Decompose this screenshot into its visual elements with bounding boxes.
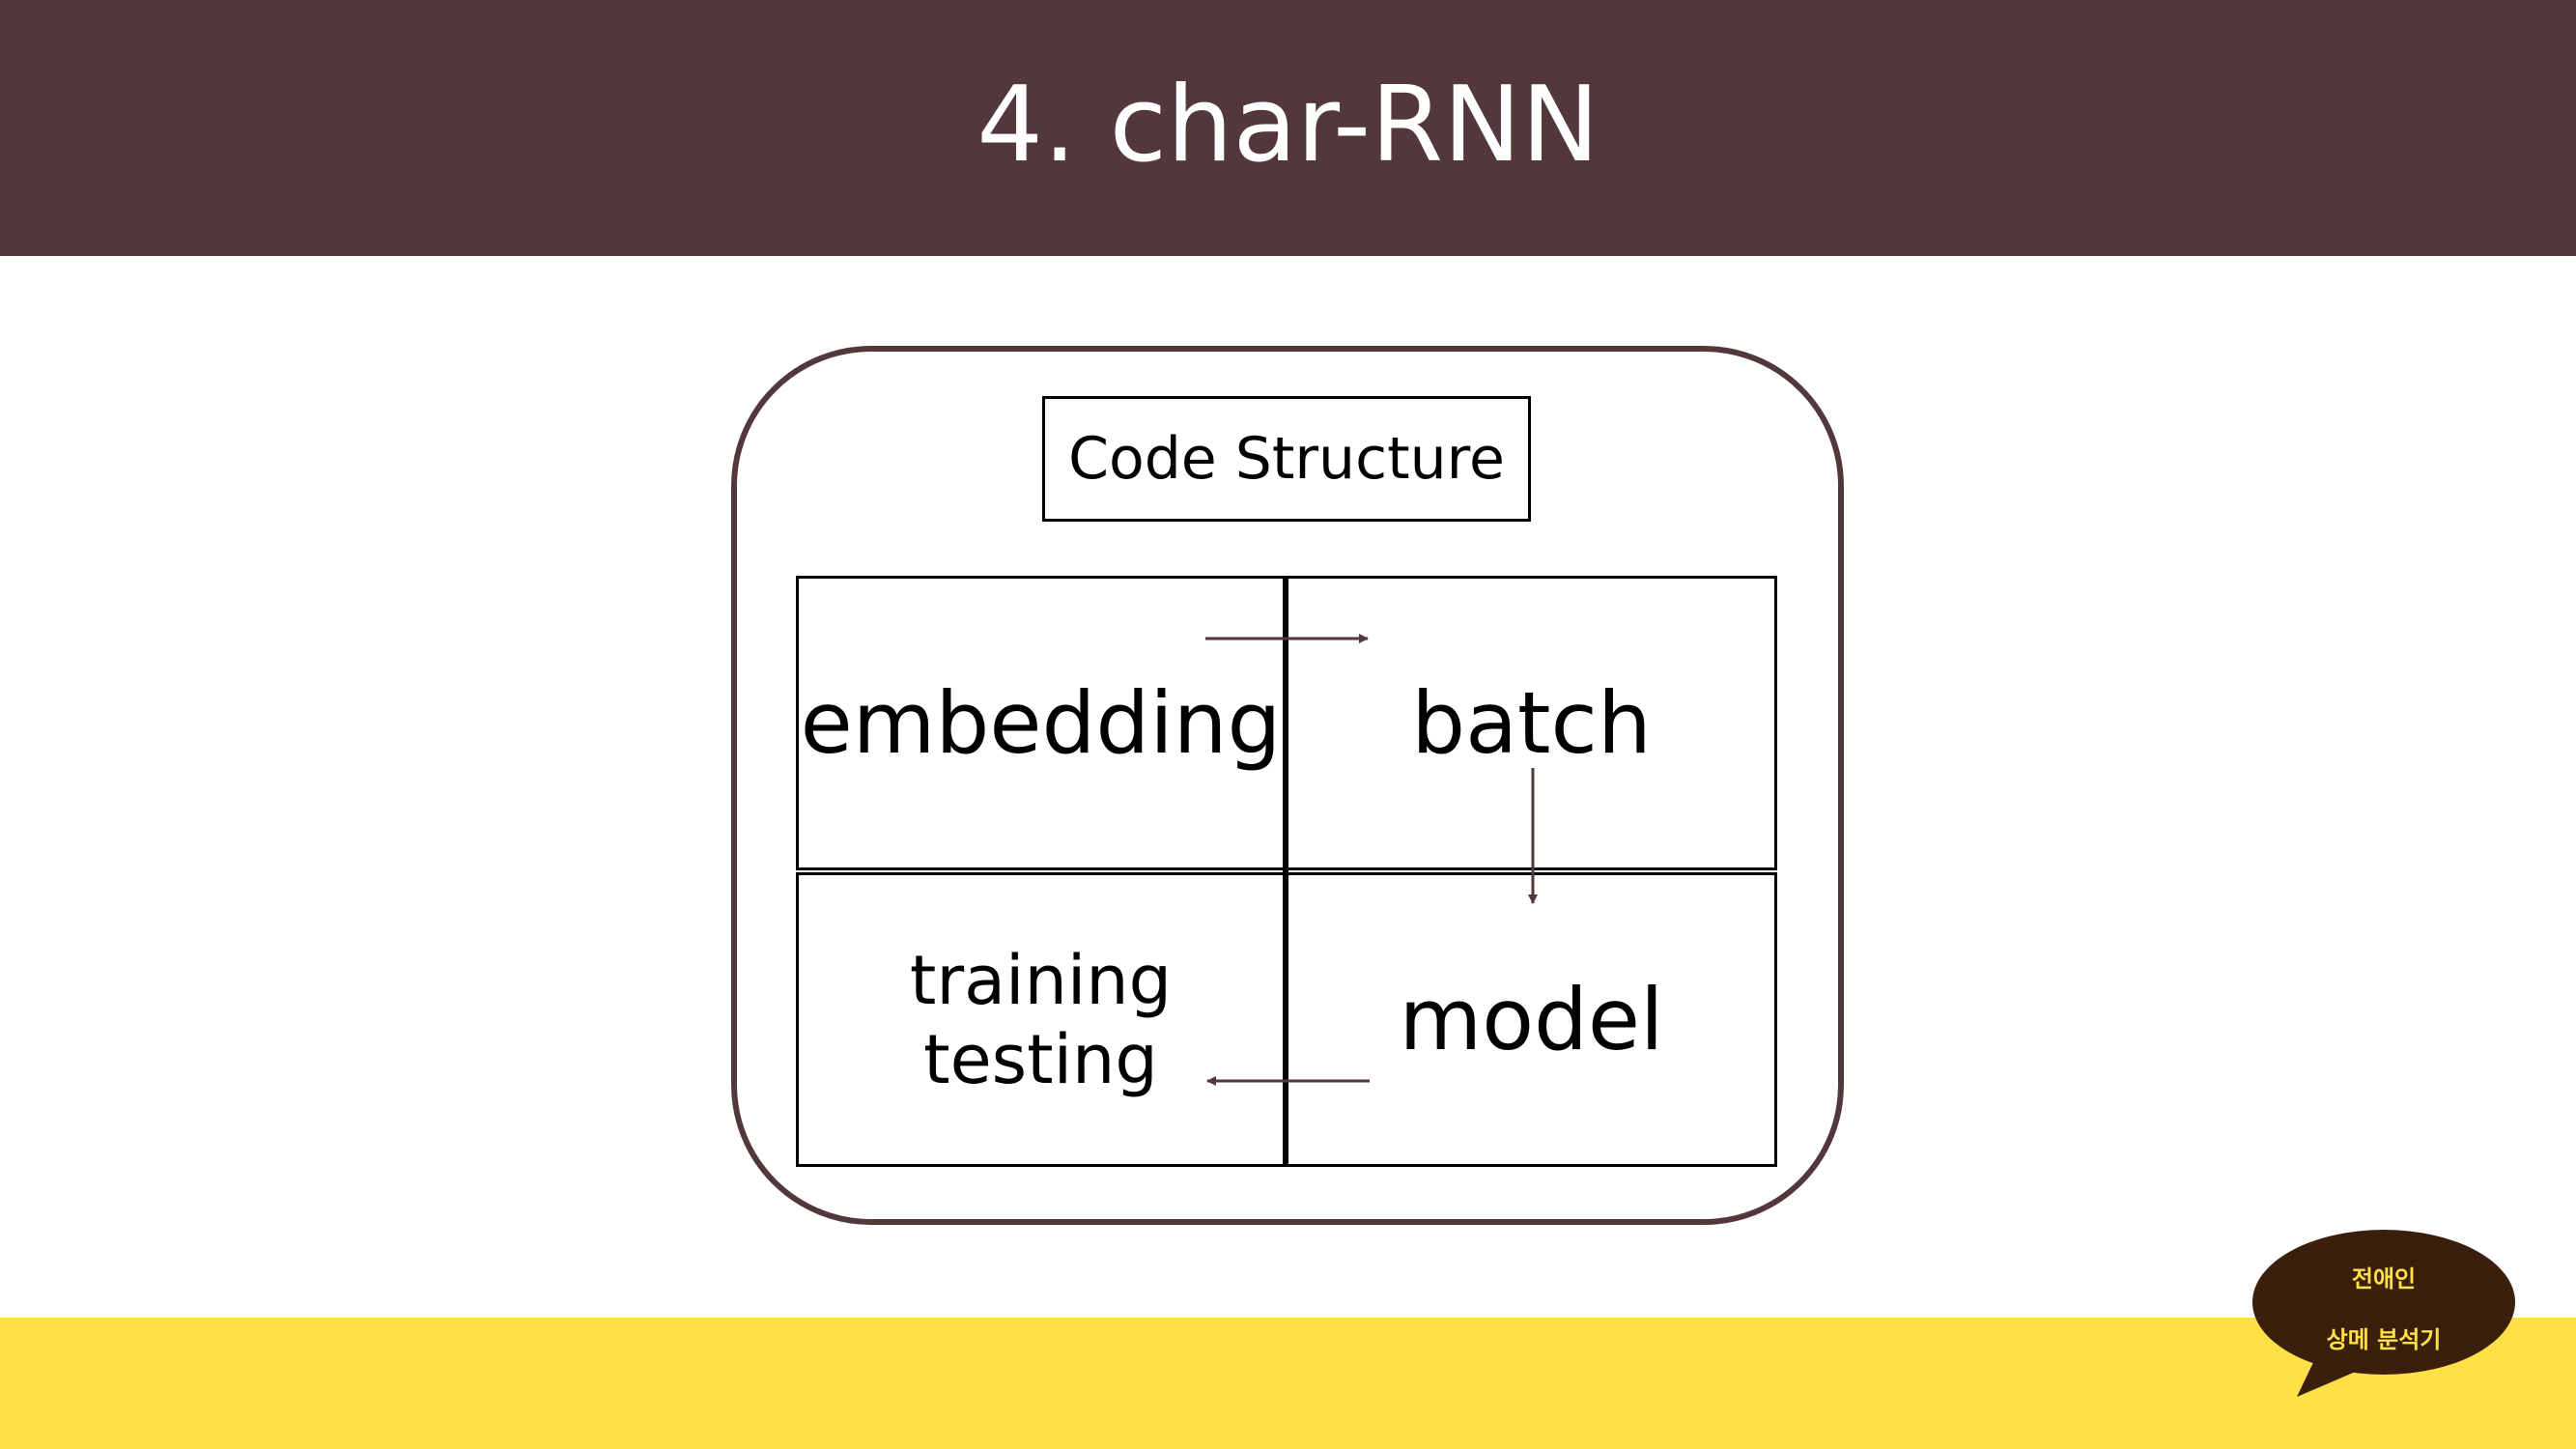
speech-bubble-text: 전애인 상메 분석기 — [2257, 1235, 2510, 1379]
footer-band — [0, 1318, 2576, 1449]
badge-line1: 전애인 — [2351, 1265, 2417, 1293]
flow-arrows — [1205, 634, 1538, 1086]
badge-line2: 상메 분석기 — [2326, 1326, 2442, 1353]
